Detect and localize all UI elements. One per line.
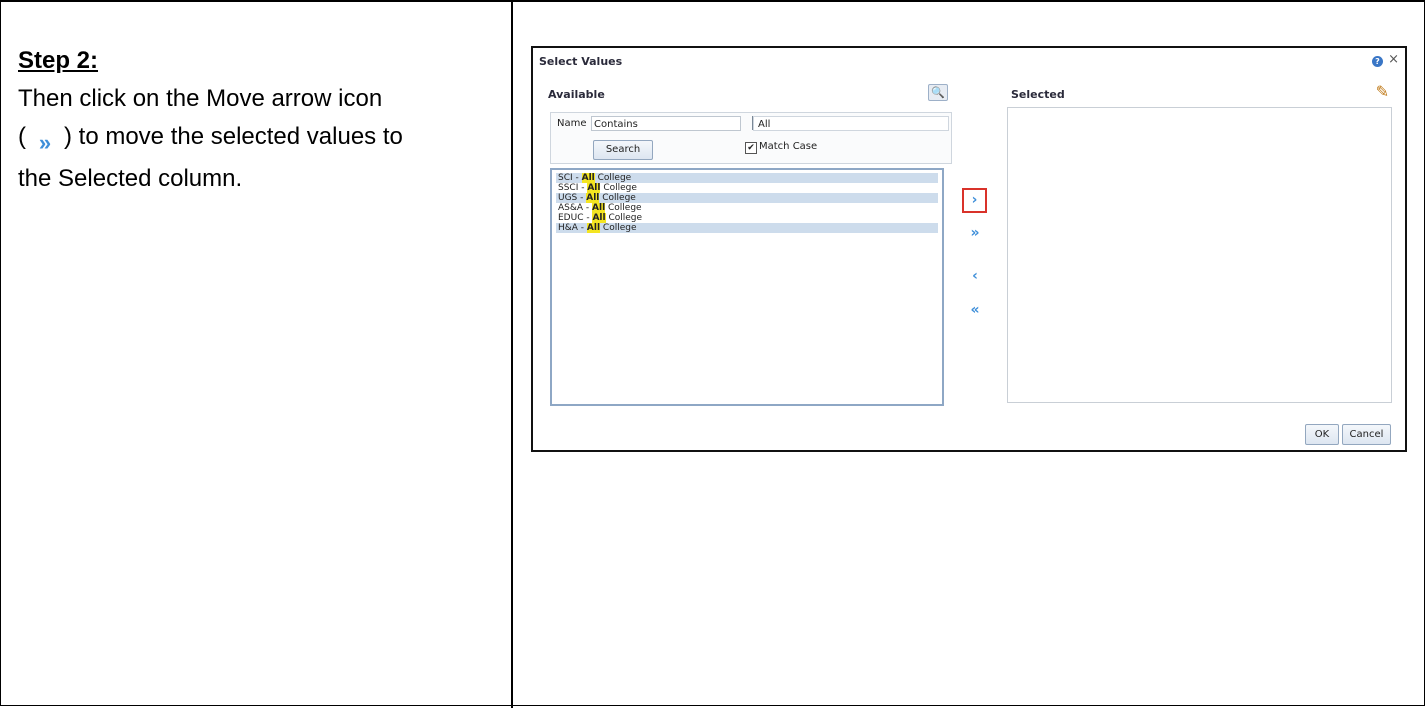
cancel-button[interactable]: Cancel — [1342, 424, 1391, 445]
dialog-title: Select Values — [539, 55, 623, 68]
list-item[interactable]: EDUC - All College — [556, 213, 938, 223]
move-arrow-icon: » — [38, 130, 52, 155]
remove-button[interactable]: ‹ — [966, 268, 984, 284]
move-button[interactable]: › — [962, 188, 987, 213]
search-panel: Name Contains ▼ All Search ✔Match Case — [550, 112, 952, 164]
item-highlight: All — [581, 173, 595, 183]
instruction-text: Step 2: Then click on the Move arrow ico… — [18, 42, 498, 198]
move-all-button[interactable]: » — [966, 225, 984, 241]
selected-list[interactable] — [1007, 107, 1392, 403]
select-values-dialog: Select Values ? × Available 🔍 Selected ✎… — [531, 46, 1407, 452]
available-list[interactable]: SCI - All College SSCI - All College UGS… — [550, 168, 944, 406]
column-divider — [511, 0, 513, 708]
ok-button[interactable]: OK — [1305, 424, 1339, 445]
item-prefix: AS&A - — [558, 203, 593, 213]
item-highlight: All — [587, 183, 601, 193]
item-suffix: College — [599, 193, 636, 203]
instruction-line-3: the Selected column. — [18, 165, 243, 192]
list-item[interactable]: AS&A - All College — [556, 203, 938, 213]
binoculars-icon[interactable]: 🔍 — [928, 84, 948, 101]
item-prefix: SCI - — [558, 173, 582, 183]
list-item[interactable]: UGS - All College — [556, 193, 938, 203]
item-suffix: College — [594, 173, 632, 183]
operator-value: Contains — [594, 119, 638, 130]
item-highlight: All — [586, 193, 600, 203]
open-paren: ( — [18, 123, 26, 150]
search-button[interactable]: Search — [593, 140, 653, 160]
item-prefix: SSCI - — [558, 183, 588, 193]
item-prefix: UGS - — [558, 193, 587, 203]
item-suffix: College — [605, 213, 643, 223]
search-value-input[interactable]: All — [753, 116, 949, 131]
available-label: Available — [548, 88, 605, 101]
list-item[interactable]: SCI - All College — [556, 173, 938, 183]
item-highlight: All — [592, 213, 606, 223]
pencil-icon[interactable]: ✎ — [1376, 82, 1389, 101]
remove-all-button[interactable]: « — [966, 302, 984, 318]
list-item[interactable]: SSCI - All College — [556, 183, 938, 193]
match-case-checkbox[interactable]: ✔ Match Case — [745, 141, 817, 154]
selected-label: Selected — [1011, 88, 1065, 101]
help-icon[interactable]: ? — [1372, 56, 1383, 67]
instruction-line-2: ) to move the selected values to — [64, 123, 403, 150]
match-case-label: Match Case — [759, 141, 818, 152]
item-highlight: All — [586, 223, 601, 233]
item-prefix: EDUC - — [558, 213, 593, 223]
name-label: Name — [557, 118, 587, 129]
item-suffix: College — [600, 223, 637, 233]
close-icon[interactable]: × — [1388, 52, 1399, 67]
step-heading: Step 2: — [18, 47, 99, 74]
item-suffix: College — [600, 183, 637, 193]
item-prefix: H&A - — [558, 223, 587, 233]
operator-select[interactable]: Contains ▼ — [591, 116, 766, 131]
item-suffix: College — [605, 203, 642, 213]
checkbox-check-icon[interactable]: ✔ — [745, 142, 757, 154]
item-highlight: All — [592, 203, 606, 213]
instruction-line-1: Then click on the Move arrow icon — [18, 85, 383, 112]
list-item[interactable]: H&A - All College — [556, 223, 938, 233]
